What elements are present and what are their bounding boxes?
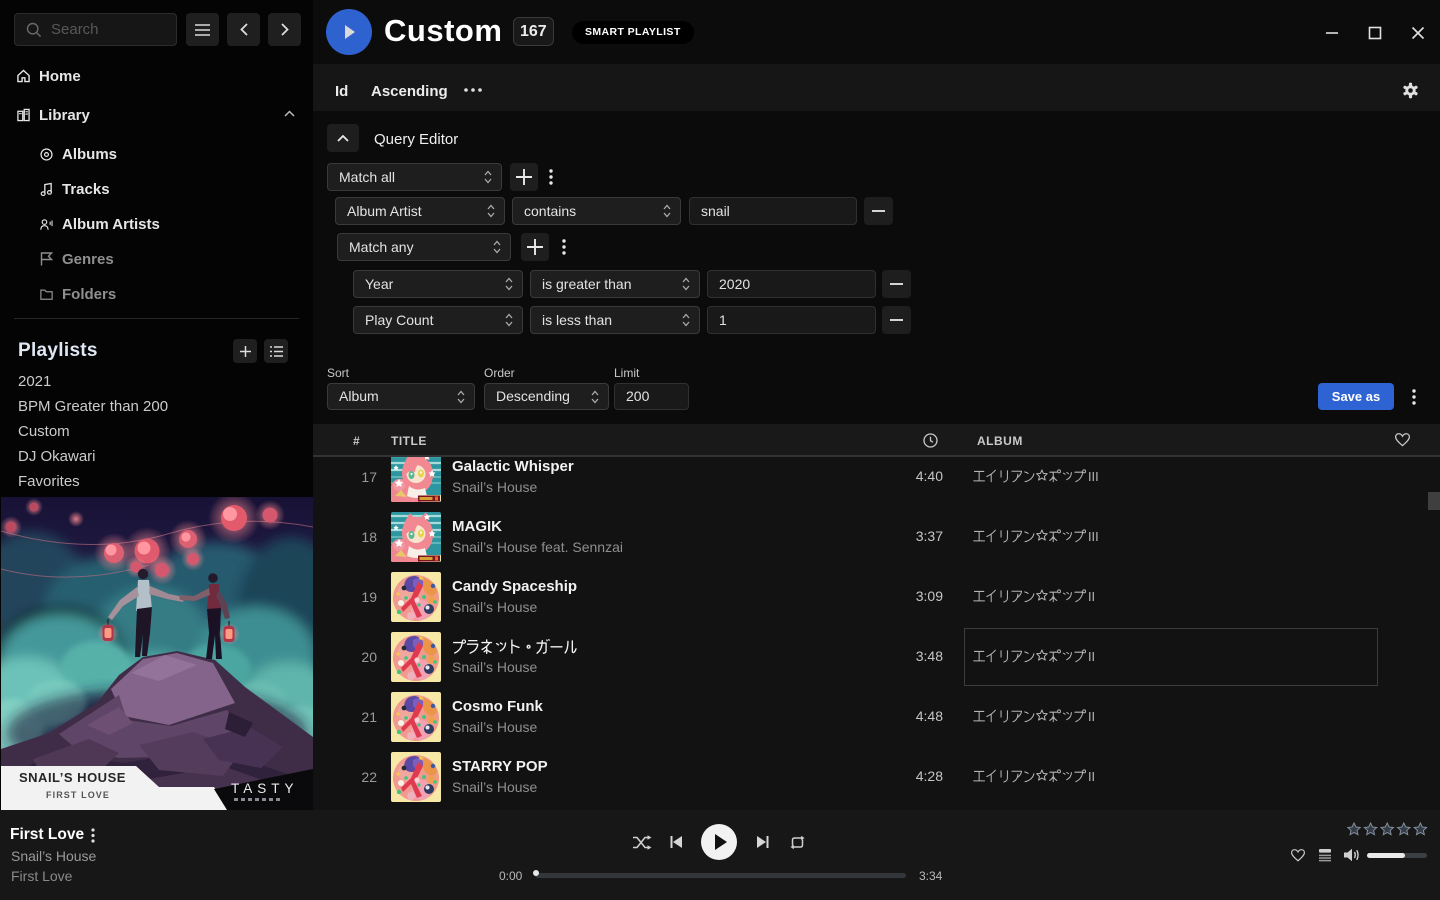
svg-text:III: III xyxy=(1088,469,1099,484)
svg-text:TASTY: TASTY xyxy=(231,781,299,796)
svg-text:II: II xyxy=(1088,709,1095,724)
svg-text:III: III xyxy=(1088,529,1099,544)
svg-text:II: II xyxy=(1088,649,1095,664)
svg-text:FIRST LOVE: FIRST LOVE xyxy=(46,790,110,800)
svg-text:II: II xyxy=(1088,769,1095,784)
svg-text:II: II xyxy=(1088,589,1095,604)
svg-text:SNAIL’S HOUSE: SNAIL’S HOUSE xyxy=(19,770,126,785)
